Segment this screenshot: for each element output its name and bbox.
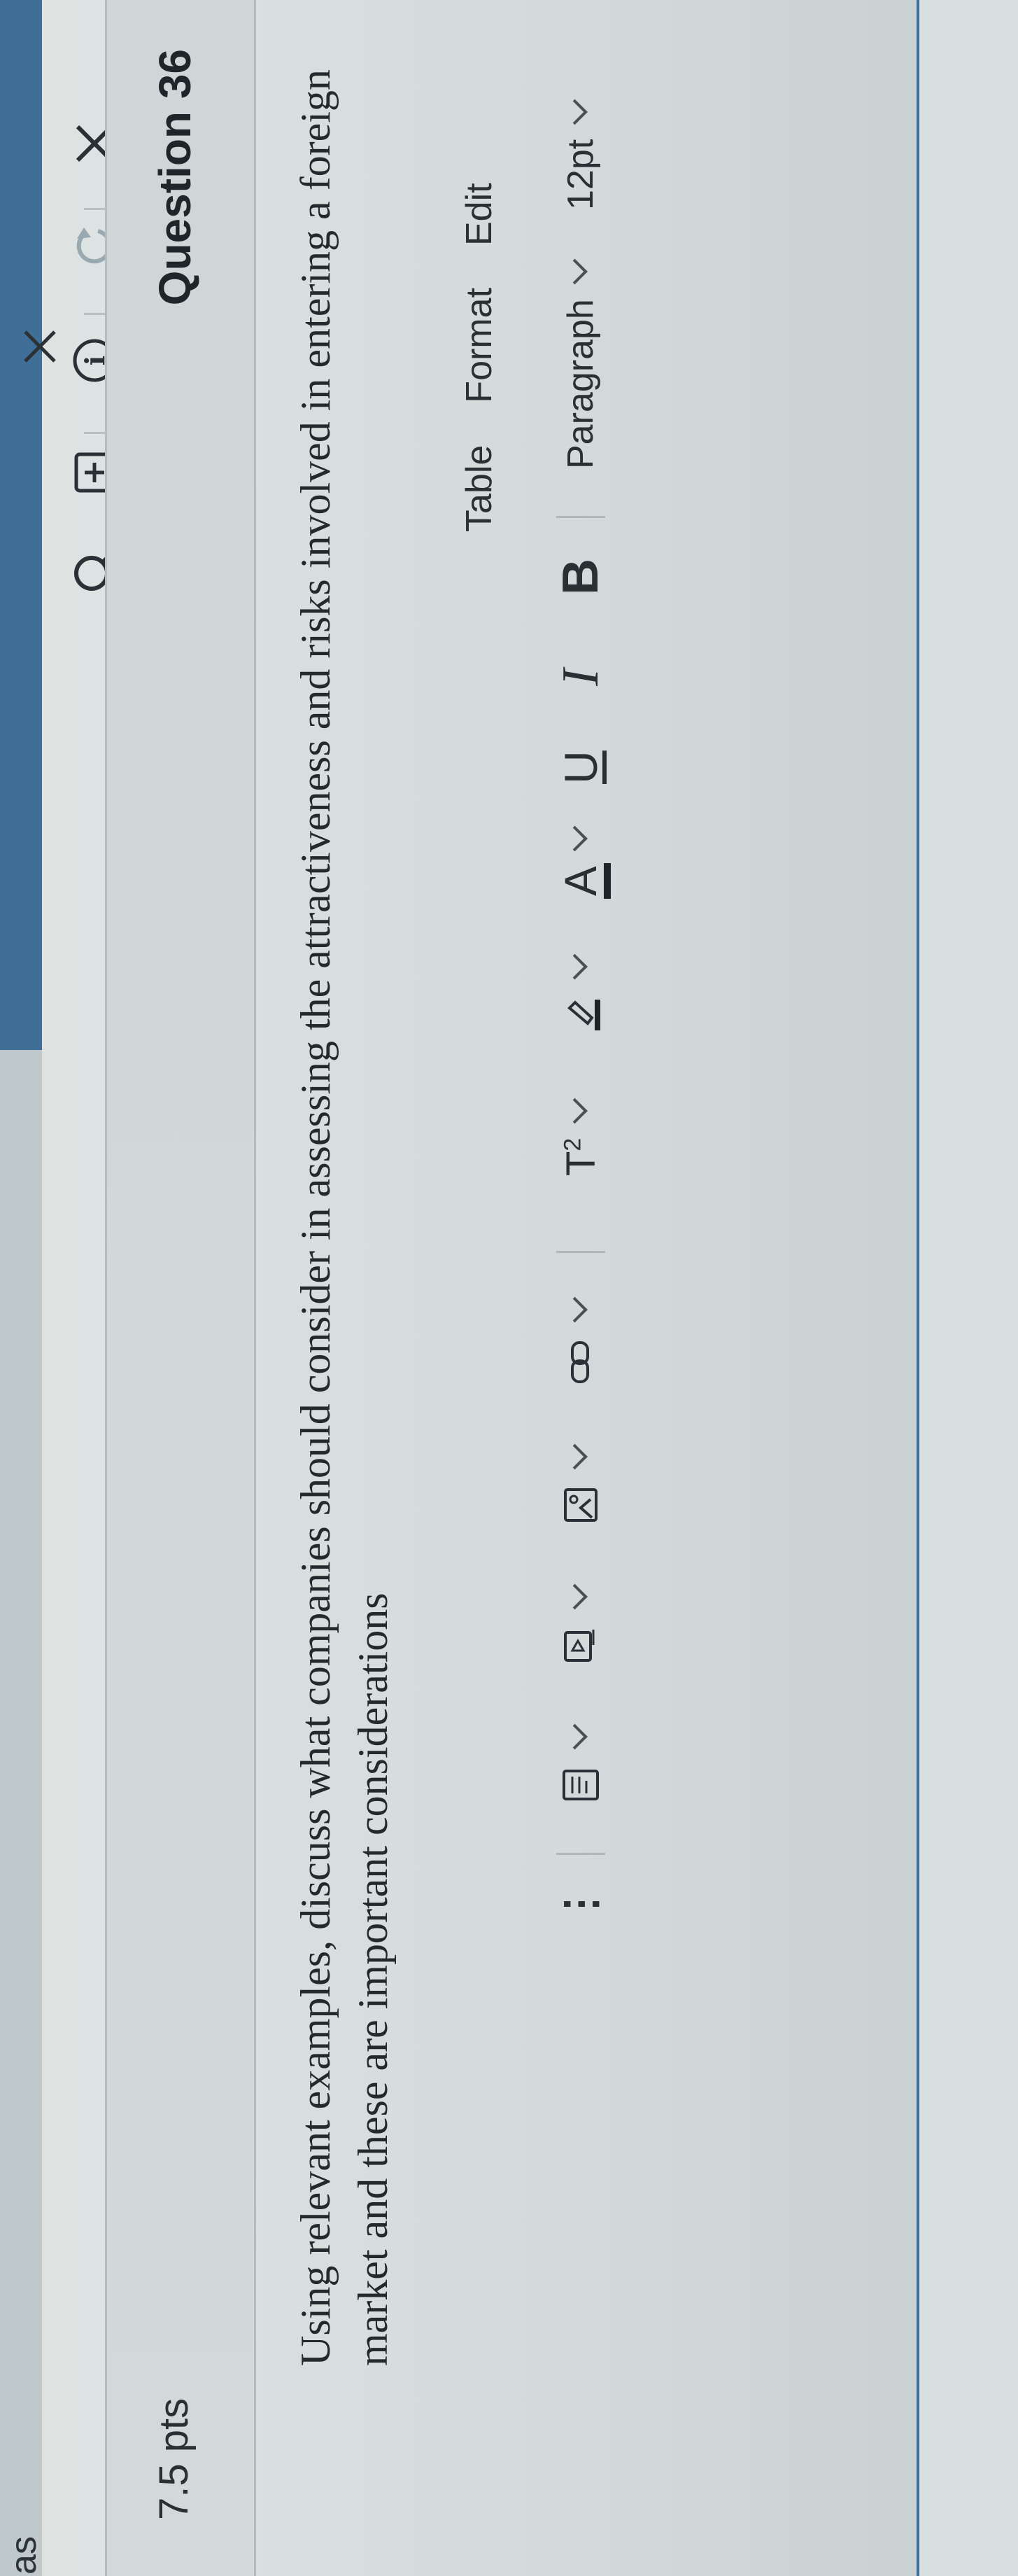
block-format-value: Paragraph — [560, 299, 601, 469]
block-format-dropdown[interactable]: Paragraph — [546, 258, 616, 469]
more-dots-icon: ⋮ — [557, 1886, 604, 1925]
question-title: Question 36 — [150, 49, 200, 306]
document-icon — [563, 1770, 599, 1800]
image-dropdown[interactable] — [546, 1443, 616, 1526]
superscript-icon: T2 — [558, 1138, 604, 1176]
more-options-button[interactable]: ⋮ — [546, 1886, 616, 1925]
bold-icon: B — [553, 559, 609, 595]
question-prompt: Using relevant examples, discuss what co… — [287, 56, 402, 2366]
menu-table[interactable]: Table — [458, 445, 500, 532]
text-color-dropdown[interactable]: A — [546, 825, 616, 896]
image-icon — [564, 1488, 598, 1522]
text-color-icon: A — [556, 866, 606, 896]
toolbar-divider — [556, 1853, 605, 1855]
question-header: Question 36 7.5 pts — [105, 0, 256, 2576]
media-icon — [564, 1630, 595, 1662]
bold-button[interactable]: B — [546, 559, 616, 595]
media-dropdown[interactable] — [546, 1583, 616, 1666]
editor-menubar: Edit Format Table — [448, 183, 511, 532]
chevron-down-icon — [562, 1098, 588, 1124]
document-dropdown[interactable] — [546, 1723, 616, 1806]
browser-tab-strip: as — [0, 0, 45, 2576]
tab-title-fragment[interactable]: as — [3, 2536, 45, 2575]
close-tab-icon[interactable] — [15, 322, 64, 371]
chevron-down-icon — [562, 99, 588, 125]
underline-button[interactable]: U — [546, 750, 616, 784]
rich-text-editor-area[interactable] — [917, 0, 1018, 2576]
font-size-value: 12pt — [560, 139, 601, 210]
toolbar-divider — [556, 516, 605, 518]
question-text: Using relevant examples, discuss what co… — [292, 69, 396, 2366]
chevron-down-icon — [562, 953, 588, 980]
italic-icon: I — [551, 668, 609, 686]
canvas-page: as i Question 36 7.5 pts Using relevant … — [0, 0, 1018, 2576]
chevron-down-icon — [562, 825, 588, 852]
format-toolbar: 12pt Paragraph B I U A T2 ⋮ — [532, 0, 616, 2576]
toolbar-divider — [556, 1251, 605, 1253]
chevron-down-icon — [562, 1583, 588, 1610]
underline-icon: U — [555, 750, 607, 784]
active-tab-band — [0, 0, 42, 1050]
highlight-color-dropdown[interactable] — [546, 953, 616, 1036]
font-size-dropdown[interactable]: 12pt — [546, 99, 616, 210]
question-points: 7.5 pts — [151, 2398, 197, 2520]
superscript-dropdown[interactable]: T2 — [546, 1098, 616, 1176]
chevron-down-icon — [562, 1443, 588, 1470]
chevron-down-icon — [562, 1296, 588, 1323]
chevron-down-icon — [562, 258, 588, 285]
link-dropdown[interactable] — [546, 1296, 616, 1386]
highlight-pen-icon — [567, 1000, 600, 1030]
menu-format[interactable]: Format — [458, 288, 500, 403]
chevron-down-icon — [562, 1723, 588, 1750]
menu-edit[interactable]: Edit — [458, 183, 500, 246]
link-icon — [571, 1341, 589, 1383]
italic-button[interactable]: I — [546, 668, 616, 686]
